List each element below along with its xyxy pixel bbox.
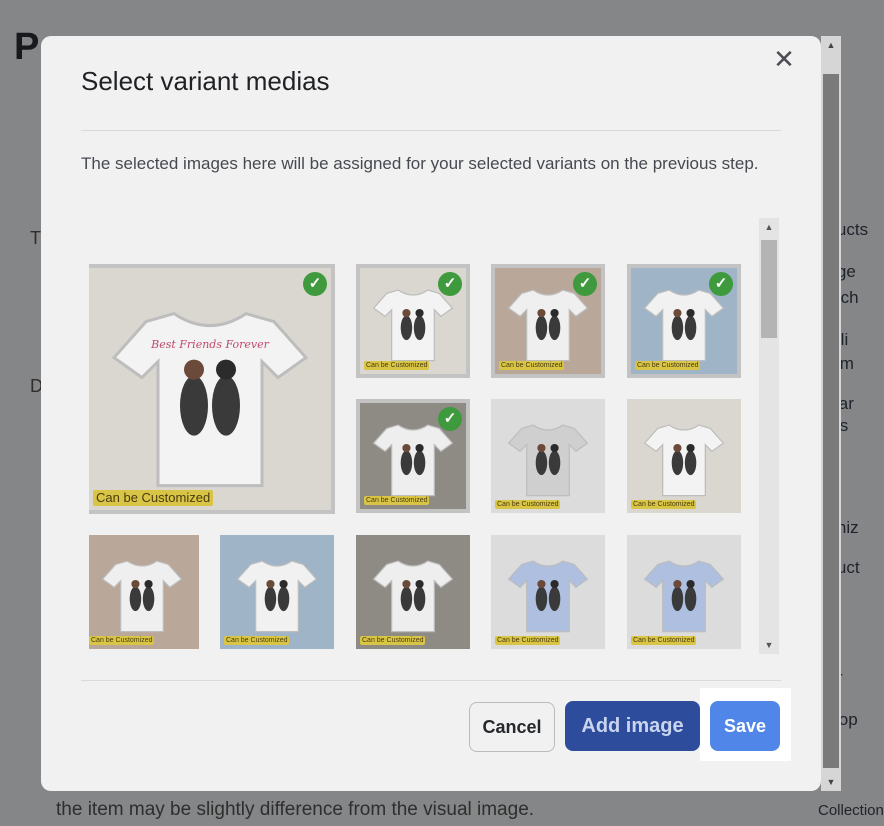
customizable-badge: Can be Customized	[364, 496, 430, 505]
customizable-badge: Can be Customized	[89, 636, 155, 645]
shirt-caption: Best Friends Forever	[151, 338, 269, 351]
media-grid-scrollbar[interactable]: ▲ ▼	[759, 218, 779, 654]
media-thumbnail[interactable]: Can be Customized	[627, 535, 741, 649]
media-thumbnail[interactable]: Can be Customized	[491, 535, 605, 649]
customizable-badge: Can be Customized	[495, 636, 561, 645]
media-thumbnail[interactable]: Can be Customized ✓	[356, 399, 470, 513]
media-thumbnail[interactable]: Can be Customized	[491, 399, 605, 513]
check-icon: ✓	[573, 272, 597, 296]
check-icon: ✓	[303, 272, 327, 296]
media-thumbnail[interactable]: Can be Customized	[89, 535, 199, 649]
media-thumbnail[interactable]: Can be Customized Best Friends Forever ✓	[89, 264, 335, 514]
media-thumbnail[interactable]: Can be Customized ✓	[491, 264, 605, 378]
media-thumbnail[interactable]: Can be Customized ✓	[627, 264, 741, 378]
customizable-badge: Can be Customized	[635, 361, 701, 370]
media-thumbnail[interactable]: Can be Customized ✓	[356, 264, 470, 378]
customizable-badge: Can be Customized	[360, 636, 426, 645]
media-grid: Can be Customized Best Friends Forever ✓ C…	[89, 218, 783, 654]
check-icon: ✓	[709, 272, 733, 296]
scrollbar-thumb[interactable]	[761, 240, 777, 338]
scroll-down-icon[interactable]: ▼	[759, 640, 779, 650]
media-thumbnail[interactable]: Can be Customized	[627, 399, 741, 513]
scroll-down-icon[interactable]: ▼	[821, 777, 841, 787]
customizable-badge: Can be Customized	[631, 500, 697, 509]
page-scrollbar[interactable]: ▲ ▼	[821, 36, 841, 791]
cancel-button[interactable]: Cancel	[469, 702, 555, 752]
check-icon: ✓	[438, 272, 462, 296]
select-variant-medias-modal: Select variant medias ✕ The selected ima…	[41, 36, 821, 791]
scroll-up-icon[interactable]: ▲	[821, 40, 841, 50]
scrollbar-thumb[interactable]	[823, 74, 839, 768]
modal-description: The selected images here will be assigne…	[81, 154, 759, 173]
customizable-badge: Can be Customized	[93, 490, 214, 506]
media-thumbnail[interactable]: Can be Customized	[356, 535, 470, 649]
close-icon[interactable]: ✕	[769, 44, 799, 74]
customizable-badge: Can be Customized	[224, 636, 290, 645]
customizable-badge: Can be Customized	[495, 500, 561, 509]
divider	[81, 680, 781, 681]
customizable-badge: Can be Customized	[631, 636, 697, 645]
save-button[interactable]: Save	[710, 701, 780, 751]
check-icon: ✓	[438, 407, 462, 431]
divider	[81, 130, 781, 131]
customizable-badge: Can be Customized	[364, 361, 430, 370]
media-thumbnail[interactable]: Can be Customized	[220, 535, 334, 649]
scroll-up-icon[interactable]: ▲	[759, 222, 779, 232]
add-image-button[interactable]: Add image	[565, 701, 700, 751]
modal-title: Select variant medias	[81, 66, 330, 96]
customizable-badge: Can be Customized	[499, 361, 565, 370]
